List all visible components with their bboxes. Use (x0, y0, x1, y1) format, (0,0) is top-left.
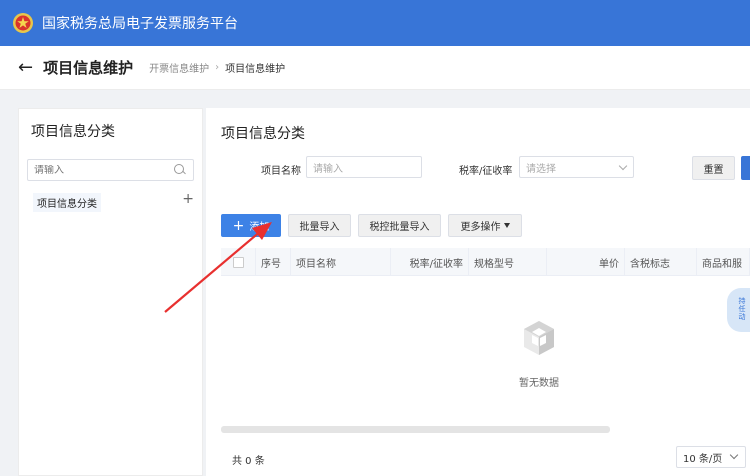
app-title: 国家税务总局电子发票服务平台 (42, 16, 238, 32)
chevron-down-icon (618, 161, 628, 171)
page-size-value: 10 条/页 (683, 453, 723, 465)
column-header-price: 单价 (547, 248, 625, 276)
breadcrumb-separator: › (215, 62, 220, 73)
breadcrumb-parent[interactable]: 开票信息维护 (149, 60, 209, 75)
horizontal-scrollbar[interactable] (221, 426, 610, 433)
query-button[interactable] (741, 156, 750, 180)
category-panel: 项目信息分类 项目信息分类 + (18, 108, 203, 476)
project-list-panel: 项目信息分类 项目名称 请输入 税率/征收率 请选择 重置 + 添加 批量导入 … (206, 108, 750, 476)
column-header-spec: 规格型号 (469, 248, 547, 276)
column-header-goods: 商品和服 (697, 248, 750, 276)
back-arrow-icon[interactable]: ← (18, 57, 33, 78)
floating-assistant-char: 动 (738, 312, 746, 321)
empty-state-text: 暂无数据 (519, 378, 559, 389)
tax-rate-select-value: 请选择 (526, 163, 556, 175)
main-title: 项目信息分类 (221, 126, 305, 142)
total-count: 共 0 条 (232, 456, 265, 467)
page-titlebar: ← 项目信息维护 开票信息维护 › 项目信息维护 (0, 46, 750, 90)
more-operations-label: 更多操作 (460, 222, 501, 233)
table-header: 序号 项目名称 税率/征收率 规格型号 单价 含税标志 商品和服 (221, 248, 750, 276)
empty-box-icon (524, 321, 554, 355)
page-size-select[interactable]: 10 条/页 (676, 446, 746, 468)
add-button[interactable]: + 添加 (221, 214, 281, 237)
category-panel-title: 项目信息分类 (31, 124, 115, 140)
select-all-cell (221, 248, 256, 276)
project-name-input[interactable]: 请输入 (306, 156, 422, 178)
floating-assistant-icon[interactable]: 持 任 动 (727, 288, 750, 332)
column-header-rate: 税率/征收率 (391, 248, 469, 276)
chevron-down-icon (729, 450, 739, 460)
tax-rate-label: 税率/征收率 (459, 166, 513, 177)
breadcrumb-current: 项目信息维护 (225, 64, 286, 75)
tax-rate-select[interactable]: 请选择 (519, 156, 634, 178)
add-button-label: 添加 (249, 222, 270, 233)
category-search-input[interactable] (28, 164, 173, 176)
page-title: 项目信息维护 (43, 59, 134, 77)
tax-emblem-icon (13, 13, 33, 33)
select-all-checkbox[interactable] (232, 256, 244, 268)
column-header-name: 项目名称 (291, 248, 391, 276)
category-search-box (27, 159, 194, 181)
add-category-icon[interactable]: + (182, 191, 194, 207)
column-header-index: 序号 (256, 248, 291, 276)
search-icon[interactable] (173, 163, 187, 177)
column-header-tax-flag: 含税标志 (625, 248, 697, 276)
app-header: 国家税务总局电子发票服务平台 (0, 0, 750, 46)
category-tree-item[interactable]: 项目信息分类 (33, 193, 101, 212)
batch-import-button[interactable]: 批量导入 (288, 214, 351, 237)
reset-button[interactable]: 重置 (692, 156, 735, 180)
plus-icon: + (232, 217, 245, 234)
tax-control-batch-import-button[interactable]: 税控批量导入 (358, 214, 441, 237)
caret-down-icon (503, 223, 510, 228)
more-operations-button[interactable]: 更多操作 (448, 214, 522, 237)
project-name-label: 项目名称 (261, 166, 301, 177)
